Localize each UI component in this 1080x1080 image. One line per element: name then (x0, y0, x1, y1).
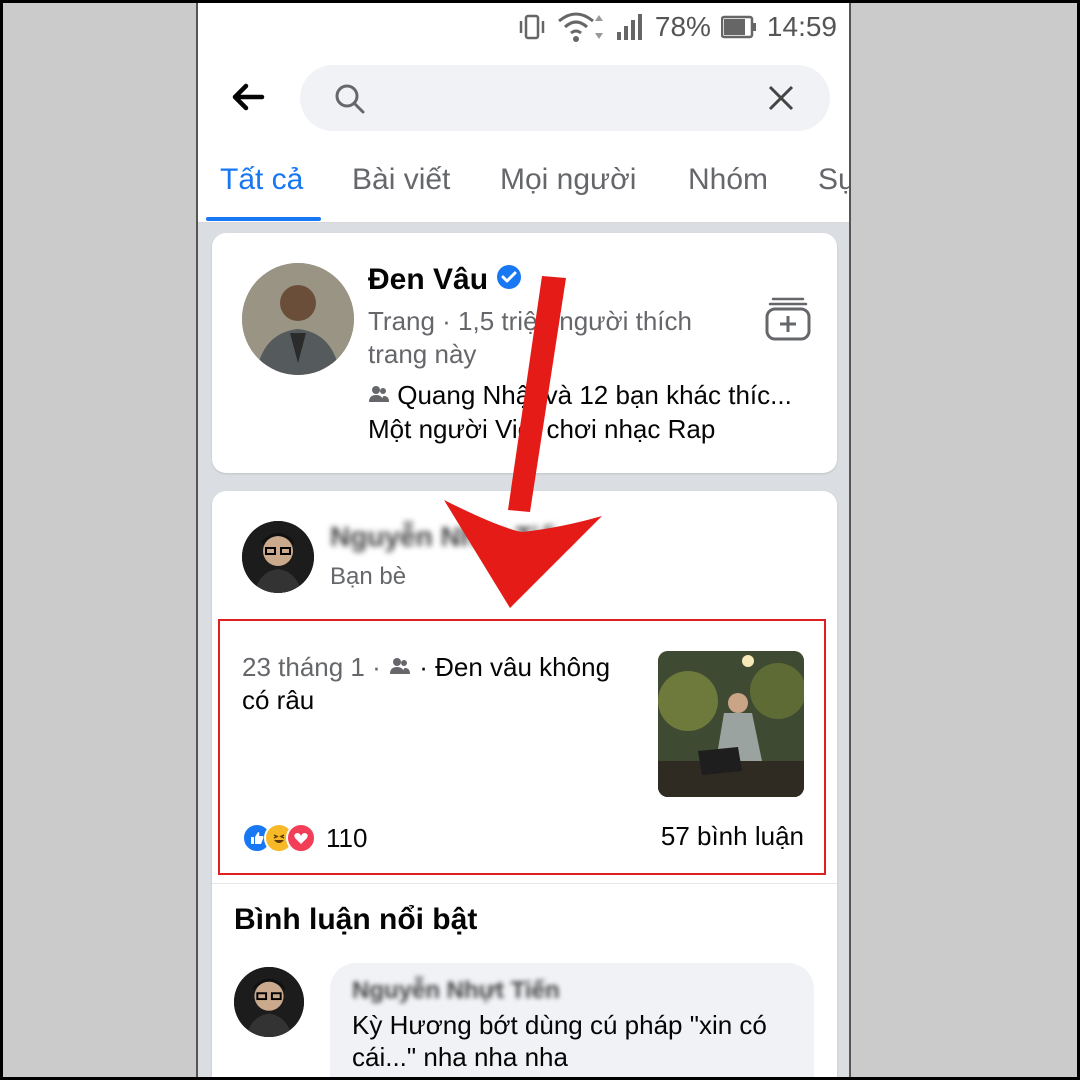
tab-all[interactable]: Tất cả (220, 163, 303, 197)
page-meta: Trang · 1,5 triệu người thích trang này (368, 306, 692, 369)
phone-screen: 78% 14:59 Tất cả Bài viết Mọi người Nhóm… (196, 3, 851, 1077)
friends-liked: Quang Nhật và 12 bạn khác thíc... (368, 379, 818, 412)
post-snippet: 23 tháng 1 · · Đen vâu không có râu (242, 651, 642, 717)
commenter-avatar[interactable] (234, 967, 304, 1037)
reaction-count: 110 (326, 822, 368, 853)
post-result-card: Nguyễn Nhựt Tiến Bạn bè 23 tháng 1 · · Đ… (212, 491, 837, 1077)
search-results: Đen Vâu Trang · 1,5 triệu người thích tr… (198, 223, 849, 1077)
featured-comments-title: Bình luận nổi bật (234, 903, 478, 936)
highlighted-post[interactable]: 23 tháng 1 · · Đen vâu không có râu 110 … (218, 619, 826, 875)
comment-count[interactable]: 57 bình luận (661, 821, 804, 852)
add-page-icon (765, 297, 811, 341)
reaction-summary[interactable]: 110 (242, 821, 367, 855)
author-name[interactable]: Nguyễn Nhựt Tiến (330, 521, 572, 553)
search-input[interactable] (300, 65, 830, 131)
page-avatar[interactable] (242, 263, 354, 375)
page-description: Một người Việt chơi nhạc Rap (368, 414, 716, 444)
back-button[interactable] (228, 77, 268, 117)
author-avatar[interactable] (242, 521, 314, 593)
love-icon (286, 823, 316, 853)
clear-search-button[interactable] (768, 85, 794, 116)
signal-icon (615, 12, 645, 42)
audience-friends-icon (388, 652, 412, 682)
active-tab-indicator (206, 217, 321, 221)
comment-text: Kỳ Hương bớt dùng cú pháp "xin có cái...… (352, 1010, 767, 1072)
add-page-button[interactable] (765, 293, 811, 341)
back-arrow-icon (232, 83, 265, 111)
close-icon (768, 85, 794, 111)
tab-posts[interactable]: Bài viết (352, 163, 450, 197)
page-name[interactable]: Đen Vâu (368, 263, 522, 298)
battery-percent: 78% (654, 11, 711, 42)
friends-liked-text: Quang Nhật và 12 bạn khác thíc... (397, 380, 792, 410)
vibrate-icon (517, 12, 547, 42)
comment-bubble[interactable]: Nguyễn Nhựt Tiến Kỳ Hương bớt dùng cú ph… (330, 963, 814, 1077)
post-thumbnail[interactable] (658, 651, 804, 797)
battery-icon (720, 14, 757, 40)
commenter-name[interactable]: Nguyễn Nhựt Tiến (352, 977, 560, 1005)
wifi-icon (557, 11, 605, 43)
tab-groups[interactable]: Nhóm (688, 163, 768, 197)
page-result-card[interactable]: Đen Vâu Trang · 1,5 triệu người thích tr… (212, 233, 837, 473)
divider (212, 883, 837, 884)
friends-icon (368, 380, 390, 410)
status-bar: 78% 14:59 (198, 3, 849, 51)
search-icon (334, 83, 366, 120)
clock: 14:59 (766, 11, 837, 42)
tab-events[interactable]: Sụ (818, 163, 849, 197)
author-relation: Bạn bè (330, 563, 407, 590)
tab-people[interactable]: Mọi người (500, 163, 636, 197)
filter-tabs: Tất cả Bài viết Mọi người Nhóm Sụ (198, 153, 849, 223)
search-bar-row (198, 59, 849, 139)
post-date: 23 tháng 1 · (242, 652, 381, 682)
page-name-text: Đen Vâu (368, 263, 489, 296)
verified-icon (496, 264, 522, 298)
